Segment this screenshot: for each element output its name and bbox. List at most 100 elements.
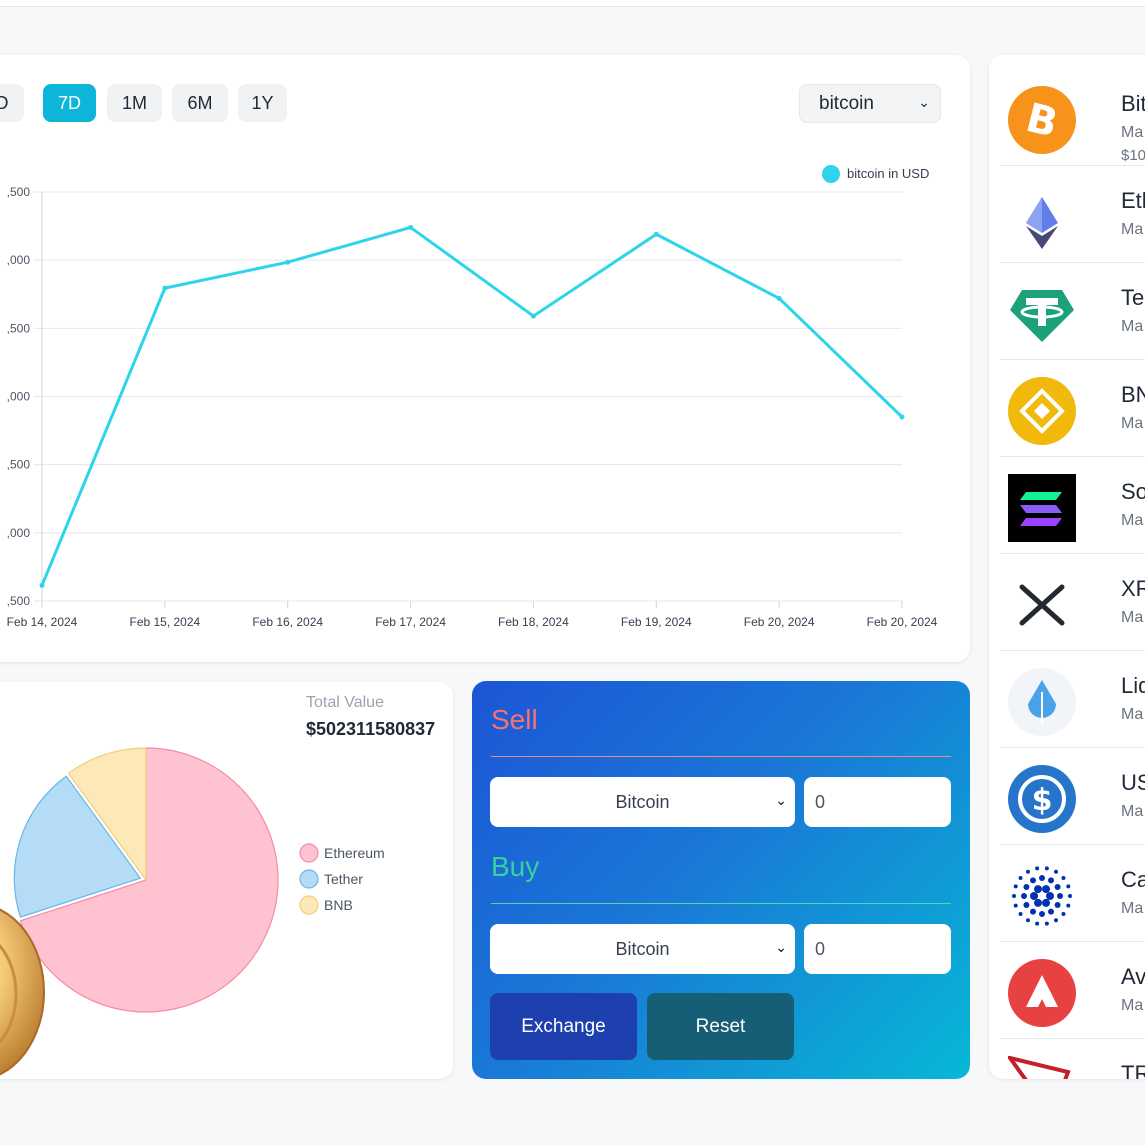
bitcoin-icon: B — [1008, 86, 1076, 154]
data-point[interactable] — [653, 231, 659, 237]
sell-amount-input[interactable]: 0 — [804, 777, 951, 827]
coin-name: XR — [1121, 576, 1145, 601]
data-point[interactable] — [285, 259, 291, 265]
usdc-icon: $ — [1008, 765, 1076, 833]
portfolio-card: Ethereum Tether BNB Total Value $502311580… — [0, 682, 453, 1079]
price-chart-card: 1D7D1M6M1Y bitcoin ⌄ ,500,000,500,000,50… — [0, 55, 970, 662]
series-line — [40, 225, 904, 586]
coin-name: Te — [1121, 285, 1145, 310]
coin-name: Lid — [1121, 673, 1145, 698]
x-tick-label: Feb 15, 2024 — [129, 615, 200, 629]
coin-list-item[interactable]: Av Ma — [1000, 942, 1145, 1039]
bnb-icon — [1008, 377, 1076, 445]
x-tick-label: Feb 20, 2024 — [867, 615, 938, 629]
sell-divider — [491, 756, 951, 757]
coin-market-cap-label: Ma — [1121, 318, 1144, 335]
sell-coin-value: Bitcoin — [615, 791, 670, 812]
x-tick-label: Feb 17, 2024 — [375, 615, 446, 629]
legend-swatch — [299, 843, 319, 863]
coin-name: Av — [1121, 964, 1145, 989]
tether-icon — [1010, 290, 1074, 342]
total-value-label: Total Value — [306, 694, 384, 711]
price-line-chart: ,500 ,000 ,500 ,000 ,500 ,000 ,500 Feb 14, 2024… — [7, 165, 938, 629]
svg-text:$: $ — [1032, 783, 1053, 818]
data-point[interactable] — [408, 224, 414, 230]
coin-list-item[interactable]: So Ma — [1000, 457, 1145, 554]
coin-list-item[interactable]: $ US Ma — [1000, 748, 1145, 845]
buy-coin-value: Bitcoin — [615, 938, 670, 959]
y-tick-label: ,000 — [7, 526, 31, 540]
coin-name: US — [1121, 770, 1145, 795]
xrp-icon — [1019, 584, 1065, 626]
y-tick-label: ,500 — [7, 185, 31, 199]
buy-amount-input[interactable]: 0 — [804, 924, 951, 974]
lido-icon — [1008, 668, 1076, 736]
y-tick-label: ,000 — [7, 390, 31, 404]
coin-market-cap-label: Ma — [1121, 706, 1144, 723]
coin-list-item[interactable]: B Bit Ma $10 — [1000, 69, 1145, 166]
coin-list-item[interactable]: TR — [1000, 1039, 1145, 1079]
legend-label[interactable]: bitcoin in USD — [847, 166, 929, 181]
legend-swatch — [822, 165, 840, 183]
legend-swatch — [299, 895, 319, 915]
data-point[interactable] — [162, 285, 168, 291]
x-tick-label: Feb 18, 2024 — [498, 615, 569, 629]
buy-coin-select[interactable]: Bitcoin ⌄ — [490, 924, 795, 974]
ethereum-icon — [1026, 197, 1058, 249]
data-point[interactable] — [39, 582, 45, 588]
solana-icon — [1008, 474, 1076, 542]
coin-list-item[interactable]: Ca Ma — [1000, 845, 1145, 942]
coin-market-cap-label: Ma — [1121, 512, 1144, 529]
coin-list-item[interactable]: Te Ma — [1000, 263, 1145, 360]
coin-list-item[interactable]: Lid Ma — [1000, 651, 1145, 748]
y-tick-label: ,000 — [7, 253, 31, 267]
buy-divider — [491, 903, 951, 904]
coin-market-cap-label: Ma — [1121, 415, 1144, 432]
legend-label[interactable]: BNB — [324, 897, 353, 913]
coin-market-cap-label: Ma — [1121, 803, 1144, 820]
coin-name: Eth — [1121, 188, 1145, 213]
coin-list: B Bit Ma $10 Eth Ma Te Ma BN Ma So Ma XR Ma Lid Ma $ US Ma… — [989, 55, 1145, 1079]
coin-name: So — [1121, 479, 1145, 504]
x-tick-label: Feb 19, 2024 — [621, 615, 692, 629]
coin-market-cap-label: Ma — [1121, 221, 1144, 238]
coin-market-cap-label: Ma — [1121, 124, 1144, 141]
coin-name: TR — [1121, 1061, 1145, 1079]
coin-name: Bit — [1121, 91, 1145, 116]
coin-market-cap-label: Ma — [1121, 997, 1144, 1014]
coin-name: Ca — [1121, 867, 1145, 892]
x-tick-label: Feb 16, 2024 — [252, 615, 323, 629]
x-tick-label: Feb 20, 2024 — [744, 615, 815, 629]
cardano-icon — [1012, 866, 1072, 926]
chevron-down-icon: ⌄ — [775, 792, 787, 808]
exchange-card: Sell Bitcoin ⌄ 0 Buy Bitcoin ⌄ 0 Exchang… — [472, 681, 970, 1079]
data-point[interactable] — [776, 295, 782, 301]
coin-market-cap-label: Ma — [1121, 609, 1144, 626]
total-value: $502311580837 — [306, 719, 436, 739]
y-tick-label: ,500 — [7, 321, 31, 335]
coin-name: BN — [1121, 382, 1145, 407]
portfolio-pie-chart: Ethereum Tether BNB — [0, 747, 385, 1076]
legend-label[interactable]: Tether — [324, 871, 363, 887]
coin-market-cap-label: Ma — [1121, 900, 1144, 917]
y-tick-label: ,500 — [7, 594, 31, 608]
coin-list-item[interactable]: XR Ma — [1000, 554, 1145, 651]
top-bar — [0, 0, 1145, 7]
x-tick-label: Feb 14, 2024 — [7, 615, 78, 629]
avalanche-icon — [1008, 959, 1076, 1027]
data-point[interactable] — [530, 313, 536, 319]
legend-label[interactable]: Ethereum — [324, 845, 385, 861]
buy-title: Buy — [491, 851, 540, 882]
reset-button[interactable]: Reset — [647, 993, 794, 1060]
tron-icon — [1008, 1056, 1071, 1079]
sell-title: Sell — [491, 704, 538, 735]
exchange-button[interactable]: Exchange — [490, 993, 637, 1060]
coin-list-item[interactable]: Eth Ma — [1000, 166, 1145, 263]
data-point[interactable] — [899, 414, 905, 420]
y-tick-label: ,500 — [7, 458, 31, 472]
coin-list-item[interactable]: BN Ma — [1000, 360, 1145, 457]
legend-swatch — [299, 869, 319, 889]
sell-coin-select[interactable]: Bitcoin ⌄ — [490, 777, 795, 827]
chevron-down-icon: ⌄ — [775, 939, 787, 955]
coin-market-cap-value: $10 — [1121, 147, 1145, 164]
